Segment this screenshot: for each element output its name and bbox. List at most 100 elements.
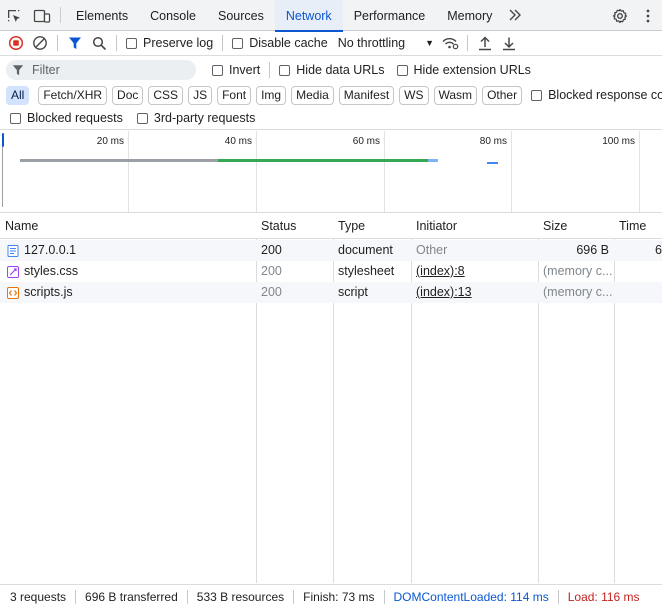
toolbar-divider	[269, 62, 271, 78]
overview-waiting-bar	[20, 159, 218, 162]
devtools-tab-bar: Elements Console Sources Network Perform…	[0, 0, 662, 32]
network-toolbar: Preserve log Disable cache No throttling…	[0, 31, 662, 56]
type-filter-manifest[interactable]: Manifest	[338, 85, 395, 105]
more-options-icon[interactable]	[634, 0, 662, 31]
checkbox-box[interactable]	[396, 64, 408, 76]
overview-receiving-bar	[218, 159, 428, 162]
type-filter-font[interactable]: Font	[217, 85, 252, 105]
request-name-cell[interactable]: 127.0.0.1	[2, 240, 256, 261]
column-header-time[interactable]: Time	[614, 213, 662, 239]
blocked-requests-label: Blocked requests	[27, 111, 123, 125]
overview-selection-handle[interactable]	[2, 133, 4, 147]
resources-size: 533 B resources	[186, 589, 293, 604]
overview-tick-label: 60 ms	[352, 136, 380, 147]
checkbox-box[interactable]	[531, 89, 543, 101]
stop-recording-icon[interactable]	[4, 31, 28, 55]
request-initiator-link[interactable]: (index):8	[411, 261, 538, 282]
network-conditions-wifi-icon[interactable]	[438, 31, 462, 55]
request-type-cell: stylesheet	[338, 264, 395, 278]
checkbox-box[interactable]	[126, 37, 137, 49]
request-status-cell: 200	[261, 264, 282, 278]
preserve-log-checkbox[interactable]: Preserve log	[122, 36, 217, 50]
type-filter-css[interactable]: CSS	[148, 85, 184, 105]
table-row[interactable]: scripts.js 200 script (index):13 (memory…	[0, 282, 662, 303]
disable-cache-label: Disable cache	[249, 36, 328, 50]
search-icon[interactable]	[87, 31, 111, 55]
export-har-download-icon[interactable]	[497, 31, 521, 55]
stylesheet-icon	[7, 265, 19, 278]
tab-performance[interactable]: Performance	[343, 0, 437, 31]
requests-table: Name Status Type Initiator Size Time 127…	[0, 213, 662, 583]
table-row[interactable]: styles.css 200 stylesheet (index):8 (mem…	[0, 261, 662, 282]
type-filter-wasm[interactable]: Wasm	[433, 85, 478, 105]
request-name-cell[interactable]: styles.css	[2, 261, 256, 282]
request-name: 127.0.0.1	[24, 243, 77, 257]
column-header-initiator[interactable]: Initiator	[411, 213, 538, 239]
request-time-cell	[614, 282, 662, 303]
request-time-cell	[614, 261, 662, 282]
type-filter-ws[interactable]: WS	[399, 85, 429, 105]
filter-input[interactable]: Filter	[6, 60, 196, 80]
tab-sources[interactable]: Sources	[207, 0, 275, 31]
checkbox-box[interactable]	[212, 64, 223, 76]
clear-icon[interactable]	[28, 31, 52, 55]
checkbox-box[interactable]	[279, 64, 291, 76]
checkbox-box[interactable]	[232, 37, 244, 49]
invert-label: Invert	[229, 63, 261, 77]
tab-memory[interactable]: Memory	[436, 0, 503, 31]
inspect-element-icon[interactable]	[0, 0, 28, 31]
checkbox-box[interactable]	[10, 112, 21, 124]
device-toolbar-icon[interactable]	[28, 0, 56, 31]
toolbar-divider	[116, 35, 117, 51]
filter-funnel-icon	[12, 65, 24, 76]
hide-extension-urls-checkbox[interactable]: Hide extension URLs	[393, 63, 535, 77]
blocked-requests-checkbox[interactable]: Blocked requests	[6, 111, 127, 125]
column-header-status[interactable]: Status	[256, 213, 333, 239]
import-har-upload-icon[interactable]	[473, 31, 497, 55]
blocked-response-cookies-checkbox[interactable]: Blocked response cookies	[527, 88, 662, 102]
column-header-size[interactable]: Size	[538, 213, 614, 239]
type-filter-js[interactable]: JS	[188, 85, 213, 105]
toolbar-divider	[467, 35, 469, 51]
settings-gear-icon[interactable]	[606, 0, 634, 31]
filter-funnel-icon[interactable]	[63, 31, 87, 55]
type-filter-other[interactable]: Other	[482, 85, 523, 105]
invert-checkbox[interactable]: Invert	[208, 63, 264, 77]
hide-data-urls-checkbox[interactable]: Hide data URLs	[275, 63, 388, 77]
column-header-name[interactable]: Name	[0, 213, 256, 239]
table-header: Name Status Type Initiator Size Time	[0, 213, 662, 239]
overview-tick-label: 20 ms	[96, 136, 124, 147]
request-initiator-link[interactable]: (index):13	[411, 282, 538, 303]
network-overview-timeline[interactable]: 20 ms 40 ms 60 ms 80 ms 100 ms	[0, 131, 662, 213]
request-size-cell: (memory c...	[543, 285, 613, 299]
finish-time: Finish: 73 ms	[293, 589, 383, 604]
overview-gridline	[384, 131, 385, 212]
third-party-requests-label: 3rd-party requests	[153, 111, 256, 125]
hide-extension-urls-label: Hide extension URLs	[413, 63, 531, 77]
tab-network[interactable]: Network	[274, 0, 343, 32]
request-type-cell: document	[338, 243, 393, 257]
table-row[interactable]: 127.0.0.1 200 document Other 696 B 6	[0, 240, 662, 261]
script-icon	[7, 286, 19, 299]
type-filter-fetch-xhr[interactable]: Fetch/XHR	[38, 85, 108, 105]
throttling-select[interactable]: No throttling ▼	[332, 36, 438, 50]
network-summary-bar: 3 requests 696 B transferred 533 B resou…	[0, 584, 662, 608]
disable-cache-checkbox[interactable]: Disable cache	[228, 36, 332, 50]
load-time: Load: 116 ms	[557, 589, 649, 604]
third-party-requests-checkbox[interactable]: 3rd-party requests	[133, 111, 259, 125]
type-filter-media[interactable]: Media	[291, 85, 334, 105]
tab-console[interactable]: Console	[139, 0, 207, 31]
checkbox-box[interactable]	[136, 112, 148, 124]
column-header-type[interactable]: Type	[333, 213, 411, 239]
tab-elements[interactable]: Elements	[65, 0, 139, 31]
type-filter-img[interactable]: Img	[256, 85, 287, 105]
more-tabs-chevron-icon[interactable]	[503, 0, 527, 30]
overview-tick-label: 40 ms	[224, 136, 252, 147]
overview-tick-label: 100 ms	[602, 136, 635, 147]
type-filter-all[interactable]: All	[6, 85, 30, 105]
tab-bar-divider	[60, 7, 61, 23]
type-filter-doc[interactable]: Doc	[112, 85, 144, 105]
request-status-cell: 200	[261, 243, 282, 257]
request-name-cell[interactable]: scripts.js	[2, 282, 256, 303]
request-type-cell: script	[338, 285, 368, 299]
